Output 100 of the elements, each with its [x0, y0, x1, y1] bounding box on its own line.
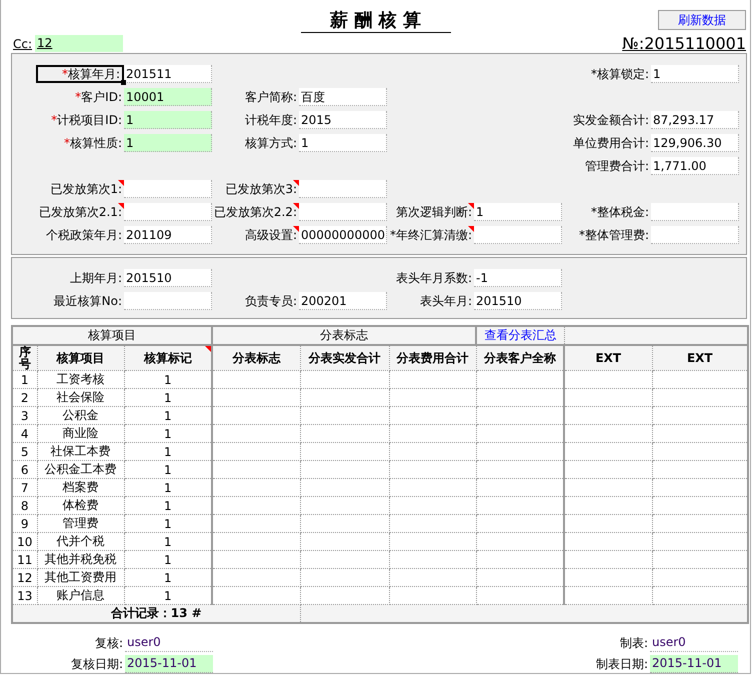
input-field[interactable]: 1 — [651, 64, 739, 82]
field-label: 表头年月: — [418, 292, 473, 310]
field-label: *计税项目ID: — [50, 112, 123, 128]
field-label: *核算年月: — [36, 64, 124, 82]
field-label: 已发放第次2.2: — [213, 202, 299, 220]
input-field[interactable]: 201510 — [474, 292, 562, 310]
group-header: 分表标志 — [320, 328, 368, 342]
input-field[interactable]: 87,293.17 — [651, 110, 739, 128]
column-header: 分表客户全称 — [484, 350, 556, 364]
table-cell: 档案费 — [37, 478, 124, 496]
field-label: *核算锁定: — [590, 66, 650, 82]
input-field[interactable]: 201510 — [124, 268, 212, 286]
corner-flag-icon — [468, 226, 474, 232]
input-field[interactable] — [651, 202, 739, 220]
corner-flag-icon — [293, 180, 299, 186]
column-header: 分表实发合计 — [308, 350, 381, 364]
input-field[interactable] — [299, 180, 387, 198]
input-field[interactable]: 200201 — [299, 292, 387, 310]
corner-flag-icon — [118, 202, 124, 208]
input-field[interactable]: 1 — [124, 134, 212, 152]
input-field[interactable]: 00000000000 — [299, 226, 387, 244]
table-cell: 1 — [124, 568, 212, 586]
table-cell: 体检费 — [37, 496, 124, 514]
field-label: 最近核算No: — [52, 292, 123, 310]
input-field[interactable]: 1 — [124, 110, 212, 128]
table-cell: 其他工资费用 — [37, 568, 124, 586]
input-field[interactable] — [474, 226, 562, 244]
column-header: 核算项目 — [56, 350, 104, 364]
table-cell: 其他并税免税 — [37, 550, 124, 568]
field-label: 计税年度: — [244, 112, 298, 128]
table-cell: 1 — [124, 370, 212, 388]
group-header: 核算项目 — [88, 328, 136, 342]
field-label: 制表: — [618, 634, 648, 652]
field-label: 管理费合计: — [584, 158, 650, 174]
table-cell: 工资考核 — [37, 370, 124, 388]
corner-flag-icon — [468, 202, 474, 208]
field-label: 制表日期: — [594, 656, 648, 672]
field-label: 负责专员: — [244, 292, 298, 310]
input-field[interactable]: -1 — [474, 268, 562, 286]
input-field[interactable]: 129,906.30 — [651, 134, 739, 152]
document-number: №:2015110001 — [622, 34, 746, 53]
column-header: 核算标记 — [144, 350, 192, 364]
input-field[interactable]: 1,771.00 — [651, 156, 739, 174]
table-cell: 5 — [12, 442, 37, 460]
field-label: 个税政策年月: — [44, 226, 123, 244]
field-label: 核算方式: — [244, 134, 298, 152]
column-header: 分表费用合计 — [396, 350, 469, 364]
table-cell: 8 — [12, 496, 37, 514]
input-field[interactable]: 2015-11-01 — [650, 655, 738, 673]
table-cell: 1 — [124, 478, 212, 496]
field-label: 复核日期: — [70, 656, 123, 672]
table-cell: 12 — [12, 568, 37, 586]
input-field[interactable]: 2015 — [299, 110, 387, 128]
input-field[interactable]: 2015-11-01 — [125, 655, 213, 673]
corner-flag-icon — [293, 226, 299, 232]
field-label: 已发放第次2.1: — [38, 202, 124, 220]
field-label: 单位费用合计: — [572, 134, 650, 152]
field-label: *整体管理费: — [578, 226, 650, 244]
table-cell: 3 — [12, 406, 37, 424]
table-cell: 1 — [124, 514, 212, 532]
table-cell: 1 — [124, 424, 212, 442]
table-cell: 社会保险 — [37, 388, 124, 406]
input-field[interactable]: user0 — [125, 634, 213, 652]
cc-label: Cc: — [13, 36, 32, 50]
table-cell: 6 — [12, 460, 37, 478]
input-field[interactable] — [124, 202, 212, 220]
input-field[interactable] — [651, 226, 739, 244]
field-label: *客户ID: — [74, 88, 123, 106]
input-field[interactable] — [299, 202, 387, 220]
input-field[interactable]: 12 — [35, 35, 124, 52]
table-cell: 9 — [12, 514, 37, 532]
input-field[interactable]: user0 — [650, 634, 738, 652]
field-label: 客户简称: — [244, 88, 298, 106]
input-field[interactable]: 1 — [474, 202, 562, 220]
input-field[interactable]: 1 — [299, 134, 387, 152]
input-field[interactable]: 百度 — [299, 88, 387, 106]
table-cell: 1 — [124, 388, 212, 406]
field-label: 上期年月: — [68, 270, 123, 286]
table-cell: 社保工本费 — [37, 442, 124, 460]
table-cell: 2 — [12, 388, 37, 406]
table-cell: 1 — [124, 460, 212, 478]
table-cell: 公积金工本费 — [37, 460, 124, 478]
table-cell: 1 — [124, 550, 212, 568]
page-title: 薪 酬 核 算 — [300, 10, 450, 33]
column-header: 分表标志 — [232, 350, 280, 364]
field-label: *年终汇算清缴: — [388, 226, 474, 244]
input-field[interactable] — [124, 180, 212, 198]
input-field[interactable]: 10001 — [124, 88, 212, 106]
refresh-button[interactable]: 刷新数据 — [658, 10, 746, 30]
field-label: 已发放第次1: — [49, 180, 124, 198]
input-field[interactable]: 201109 — [124, 226, 212, 244]
table-cell: 公积金 — [37, 406, 124, 424]
table-cell: 7 — [12, 478, 37, 496]
input-field[interactable]: 201511 — [124, 64, 212, 82]
table-cell: 代并个税 — [37, 532, 124, 550]
table-cell: 1 — [12, 370, 37, 388]
field-label: 表头年月系数: — [394, 270, 473, 286]
field-label: 高级设置: — [244, 226, 299, 244]
input-field[interactable] — [124, 292, 212, 310]
total-count: 合计记录：13 # — [110, 606, 202, 620]
